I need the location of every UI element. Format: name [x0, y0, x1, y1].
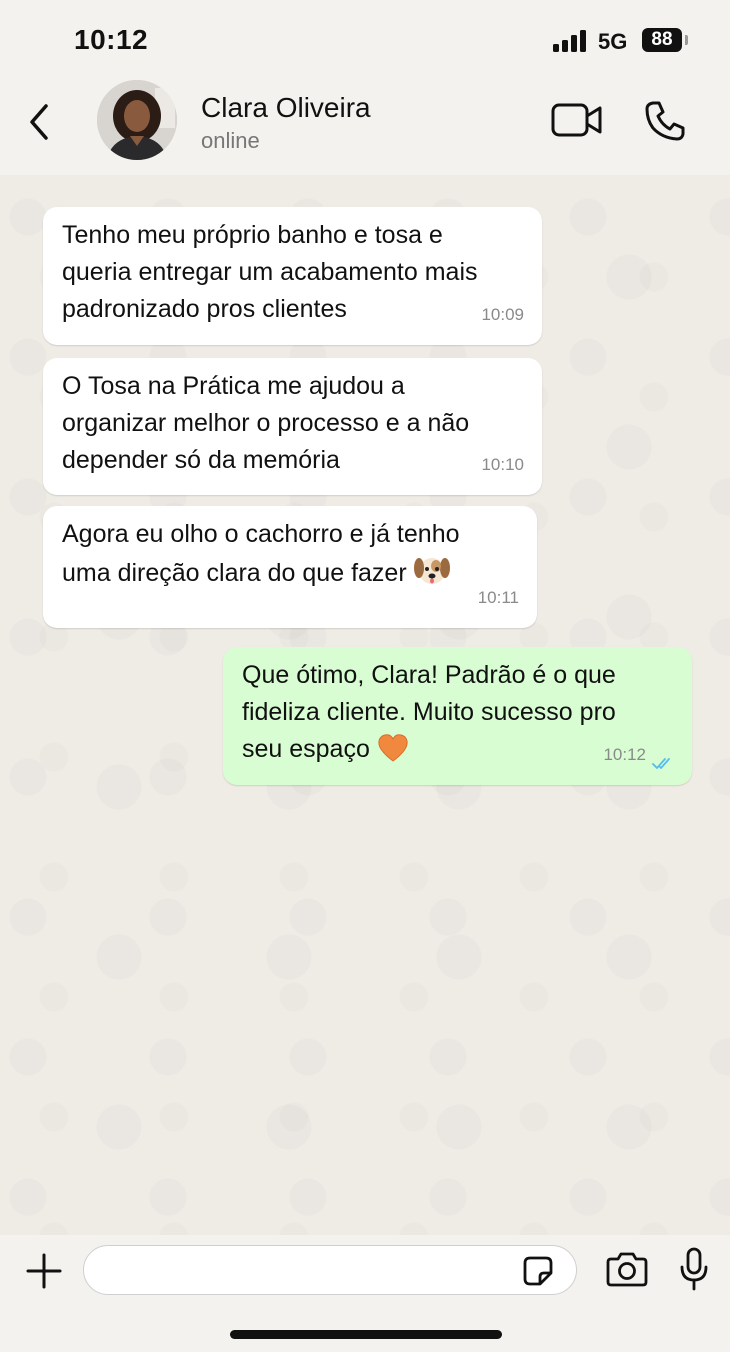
camera-button[interactable]: [606, 1251, 648, 1287]
status-time: 10:12: [74, 24, 149, 55]
input-bar: [0, 1235, 730, 1352]
back-button[interactable]: [24, 102, 56, 142]
read-receipt-icon: [652, 758, 670, 769]
voice-call-button[interactable]: [644, 100, 686, 142]
message-input[interactable]: [83, 1245, 577, 1295]
chat-area[interactable]: Tenho meu próprio banho e tosa e queria …: [0, 175, 730, 1235]
chevron-left-icon: [30, 104, 48, 140]
battery-icon: 88: [642, 28, 682, 52]
phone-icon: [645, 101, 685, 141]
status-bar: 10:12 5G 88: [0, 0, 730, 80]
video-camera-icon: [551, 103, 602, 137]
message-time: 10:12: [603, 745, 646, 764]
contact-name[interactable]: Clara Oliveira: [201, 92, 371, 124]
message-text: Tenho meu próprio banho e tosa e queria …: [62, 221, 478, 323]
message-bubble-outgoing[interactable]: Que ótimo, Clara! Padrão é o que fideliz…: [223, 647, 692, 785]
attach-button[interactable]: [26, 1253, 62, 1289]
contact-status: online: [201, 128, 260, 153]
message-time: 10:10: [481, 455, 524, 474]
home-indicator[interactable]: [230, 1330, 502, 1339]
message-time: 10:09: [481, 305, 524, 324]
message-text: O Tosa na Prática me ajudou a organizar …: [62, 372, 470, 474]
message-text: Agora eu olho o cachorro e já tenho uma …: [62, 516, 519, 598]
video-call-button[interactable]: [551, 102, 603, 138]
message-bubble-incoming[interactable]: Agora eu olho o cachorro e já tenho uma …: [43, 506, 537, 628]
network-type: 5G: [598, 29, 628, 54]
dog-face-emoji: [413, 553, 450, 598]
plus-icon: [26, 1253, 62, 1289]
chat-header: Clara Oliveira online: [0, 80, 730, 175]
message-time: 10:11: [477, 588, 519, 607]
microphone-button[interactable]: [680, 1247, 708, 1291]
message-bubble-incoming[interactable]: Tenho meu próprio banho e tosa e queria …: [43, 207, 542, 345]
avatar[interactable]: [97, 80, 177, 160]
battery-tip: [685, 35, 688, 45]
contact-photo: [97, 80, 177, 160]
orange-heart-emoji: [377, 733, 409, 774]
camera-icon: [606, 1252, 648, 1287]
signal-strength-icon: [553, 30, 589, 52]
sticker-icon: [523, 1256, 553, 1286]
sticker-button[interactable]: [522, 1255, 554, 1287]
message-bubble-incoming[interactable]: O Tosa na Prática me ajudou a organizar …: [43, 358, 542, 495]
microphone-icon: [680, 1247, 708, 1291]
